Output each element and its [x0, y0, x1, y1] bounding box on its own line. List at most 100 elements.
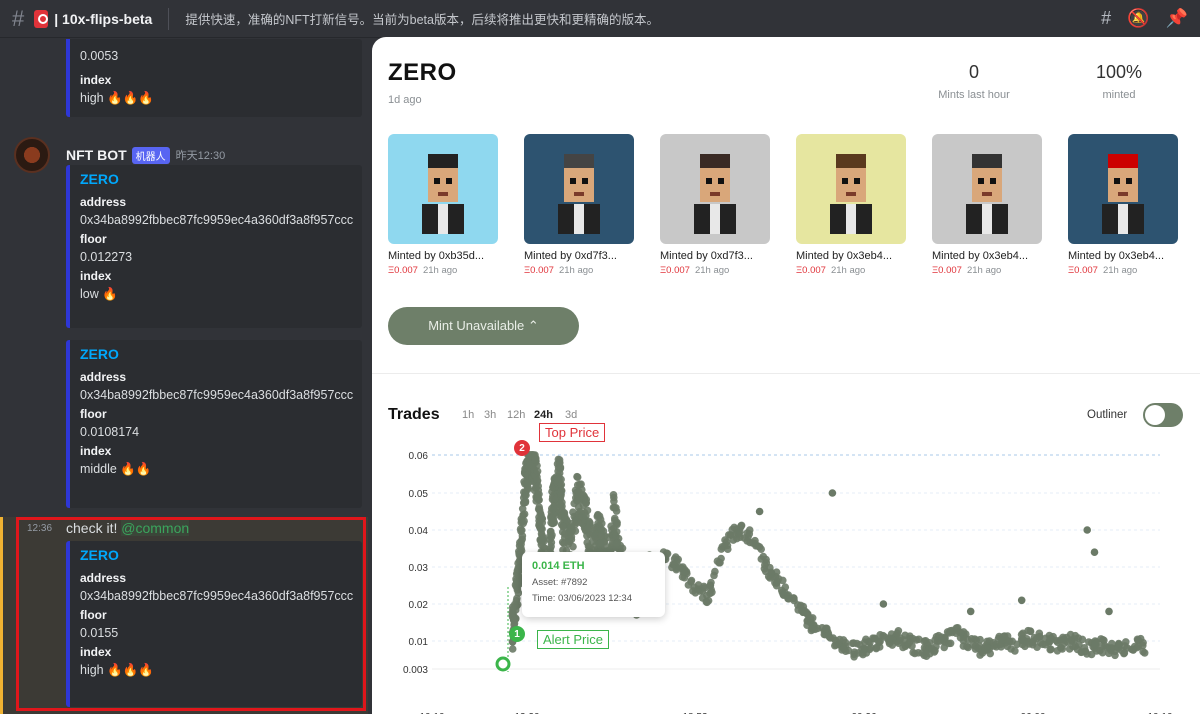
trade-point[interactable] [986, 649, 994, 658]
nft-card[interactable]: Minted by 0x3eb4... Ξ0.007 21h ago [932, 134, 1042, 276]
trade-point[interactable] [1057, 643, 1065, 652]
trade-point[interactable] [1105, 607, 1113, 616]
trade-point[interactable] [1090, 548, 1099, 556]
threads-icon[interactable]: # [1101, 8, 1111, 29]
trade-point[interactable] [516, 538, 524, 547]
trade-point[interactable] [534, 482, 542, 490]
trade-point[interactable] [1047, 645, 1055, 654]
trade-point[interactable] [508, 645, 517, 653]
trade-point[interactable] [976, 635, 984, 644]
trade-point[interactable] [716, 558, 724, 567]
trade-point[interactable] [610, 493, 618, 502]
trade-point[interactable] [1029, 637, 1037, 646]
trade-point[interactable] [1011, 647, 1019, 655]
nft-image[interactable] [796, 134, 906, 244]
trade-point[interactable] [1133, 635, 1142, 644]
trade-point[interactable] [1114, 639, 1123, 648]
trade-point[interactable] [997, 643, 1005, 651]
trade-point[interactable] [577, 480, 585, 488]
trade-point[interactable] [559, 522, 567, 531]
nft-minter[interactable]: Minted by 0xb35d... [388, 250, 498, 262]
trade-point[interactable] [707, 578, 715, 587]
nft-image[interactable] [932, 134, 1042, 244]
trade-point[interactable] [611, 514, 619, 523]
trade-point[interactable] [928, 645, 936, 653]
nft-card[interactable]: Minted by 0x3eb4... Ξ0.007 21h ago [796, 134, 906, 276]
nft-minter[interactable]: Minted by 0x3eb4... [1068, 250, 1178, 262]
trade-point[interactable] [534, 494, 542, 503]
trade-point[interactable] [896, 634, 905, 642]
trade-point[interactable] [957, 629, 965, 637]
trade-point[interactable] [557, 486, 566, 495]
trade-point[interactable] [1083, 526, 1091, 534]
trade-point[interactable] [569, 542, 577, 551]
trade-point[interactable] [976, 651, 984, 659]
nft-minter[interactable]: Minted by 0xd7f3... [660, 250, 770, 262]
trade-point[interactable] [866, 643, 875, 652]
trade-point[interactable] [736, 527, 744, 536]
trade-point[interactable] [680, 565, 689, 574]
range-24h[interactable]: 24h [534, 409, 553, 421]
trade-point[interactable] [757, 545, 765, 553]
trade-point[interactable] [985, 637, 994, 645]
trade-point[interactable] [1017, 635, 1026, 643]
trade-point[interactable] [519, 511, 527, 519]
range-3d[interactable]: 3d [565, 409, 577, 421]
trade-point[interactable] [618, 544, 627, 553]
trade-point[interactable] [533, 467, 542, 476]
range-3h[interactable]: 3h [484, 409, 496, 421]
nft-card[interactable]: Minted by 0xd7f3... Ξ0.007 21h ago [660, 134, 770, 276]
trade-point[interactable] [1017, 596, 1026, 605]
trade-point[interactable] [808, 625, 817, 633]
trade-point[interactable] [755, 507, 764, 516]
outliner-toggle[interactable] [1143, 403, 1183, 427]
embed-title[interactable]: ZERO [80, 346, 352, 362]
trade-point[interactable] [974, 644, 982, 652]
nft-card[interactable]: Minted by 0xd7f3... Ξ0.007 21h ago [524, 134, 634, 276]
nft-minter[interactable]: Minted by 0x3eb4... [796, 250, 906, 262]
trade-point[interactable] [966, 607, 975, 616]
trade-point[interactable] [612, 532, 620, 540]
trade-point[interactable] [674, 555, 682, 564]
trade-point[interactable] [822, 624, 830, 633]
avatar[interactable] [14, 137, 50, 173]
range-12h[interactable]: 12h [507, 409, 525, 421]
trade-point[interactable] [531, 456, 540, 464]
author-name[interactable]: NFT BOT [66, 147, 127, 163]
trade-point[interactable] [1120, 649, 1128, 658]
trade-point[interactable] [555, 469, 564, 477]
trade-point[interactable] [1127, 645, 1136, 654]
trade-point[interactable] [549, 517, 557, 526]
nft-image[interactable] [524, 134, 634, 244]
trade-point[interactable] [1026, 627, 1035, 635]
trade-point[interactable] [612, 504, 620, 512]
trade-point[interactable] [582, 495, 591, 504]
trade-point[interactable] [546, 532, 554, 540]
nft-minter[interactable]: Minted by 0x3eb4... [932, 250, 1042, 262]
trade-point[interactable] [939, 636, 948, 644]
trade-point[interactable] [539, 535, 548, 544]
nft-image[interactable] [660, 134, 770, 244]
trade-point[interactable] [612, 539, 621, 548]
trade-point[interactable] [556, 500, 565, 508]
trade-point[interactable] [798, 607, 806, 615]
trade-point[interactable] [597, 531, 606, 539]
trade-point[interactable] [881, 633, 889, 641]
mint-button[interactable]: Mint Unavailable ⌃ [388, 307, 579, 345]
trade-point[interactable] [538, 519, 547, 527]
nft-image[interactable] [388, 134, 498, 244]
range-1h[interactable]: 1h [462, 409, 474, 421]
trade-point[interactable] [588, 537, 597, 546]
embed-title[interactable]: ZERO [80, 171, 352, 187]
trade-point[interactable] [668, 563, 676, 572]
trade-point[interactable] [999, 632, 1008, 641]
trade-point[interactable] [511, 606, 520, 614]
alert-point[interactable] [495, 656, 511, 672]
trade-point[interactable] [556, 458, 564, 467]
trade-point[interactable] [1059, 636, 1068, 644]
trade-point[interactable] [828, 489, 837, 497]
trade-point[interactable] [512, 597, 521, 605]
trade-point[interactable] [943, 628, 952, 636]
trades-scatter-chart[interactable]: 0.060.050.040.030.020.010.00310:1013:201… [372, 437, 1200, 714]
nft-minter[interactable]: Minted by 0xd7f3... [524, 250, 634, 262]
